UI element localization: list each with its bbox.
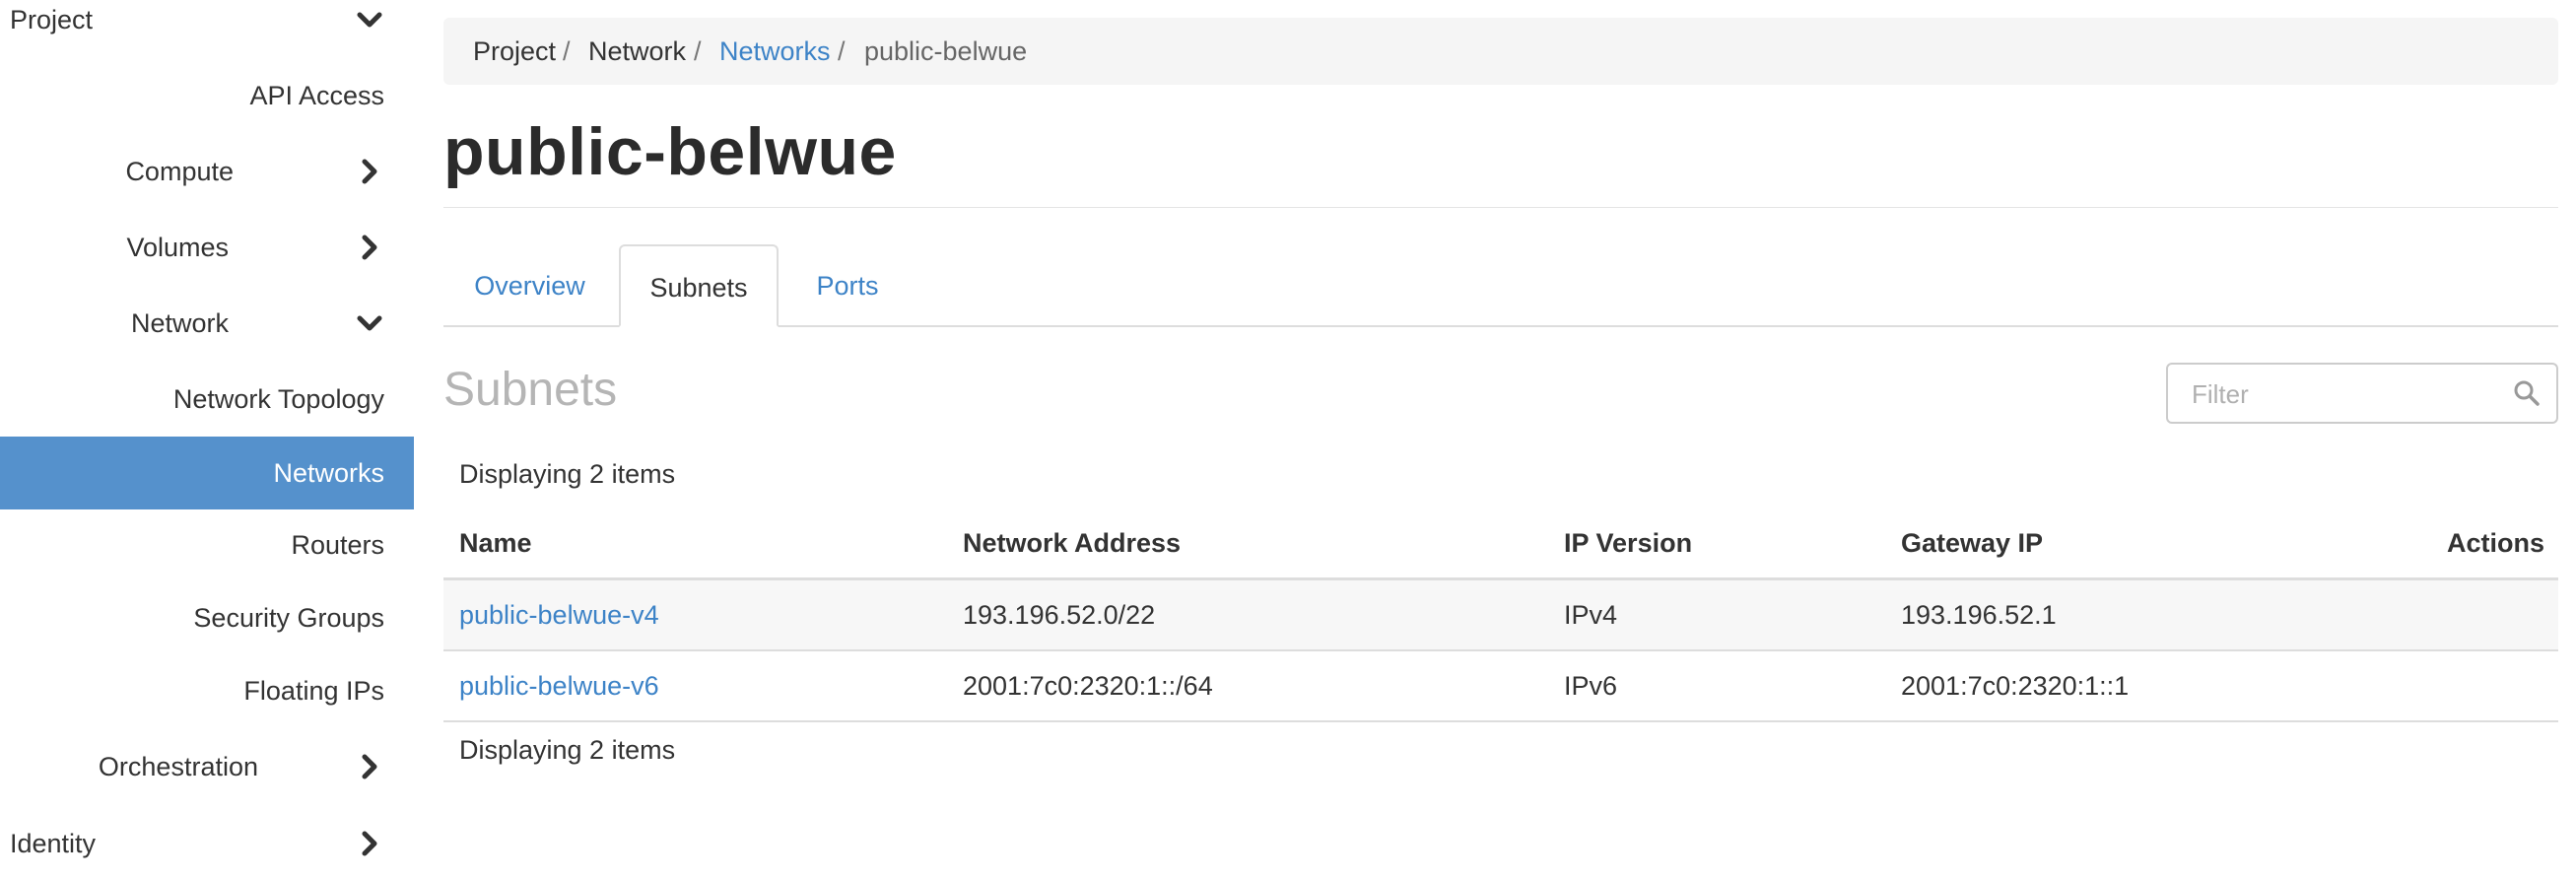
- sidebar-item-identity[interactable]: Identity: [0, 807, 414, 880]
- breadcrumb-separator: /: [694, 36, 702, 66]
- table-row: public-belwue-v6 2001:7c0:2320:1::/64 IP…: [443, 651, 2558, 722]
- sidebar: Project API Access Compute Volumes Netwo…: [0, 0, 414, 867]
- sidebar-item-routers[interactable]: Routers: [0, 508, 414, 581]
- item-count-bottom: Displaying 2 items: [459, 735, 676, 765]
- subnet-name-link[interactable]: public-belwue-v6: [459, 651, 659, 720]
- sidebar-item-networks[interactable]: Networks: [0, 437, 414, 509]
- sidebar-item-label: Compute: [125, 157, 234, 186]
- chevron-right-icon: [362, 159, 377, 184]
- column-header-actions: Actions: [2446, 528, 2544, 558]
- breadcrumb-project[interactable]: Project: [473, 18, 556, 85]
- sidebar-item-api-access[interactable]: API Access: [0, 59, 414, 132]
- column-header-network-address[interactable]: Network Address: [963, 508, 1181, 577]
- sidebar-item-label: Routers: [291, 530, 384, 560]
- sidebar-item-compute[interactable]: Compute: [0, 135, 414, 208]
- sidebar-item-label: Volumes: [126, 233, 229, 262]
- subnet-name-link[interactable]: public-belwue-v4: [459, 580, 659, 649]
- network-address-cell: 2001:7c0:2320:1::/64: [963, 671, 1213, 701]
- tab-overview[interactable]: Overview: [443, 244, 616, 325]
- filter-input[interactable]: [2168, 365, 2519, 424]
- chevron-right-icon: [362, 235, 377, 260]
- breadcrumb: Project / Network / Networks / public-be…: [443, 18, 2558, 85]
- tab-bar: Overview Subnets Ports: [443, 244, 2558, 327]
- sidebar-item-label: Network Topology: [172, 384, 384, 414]
- sidebar-item-network[interactable]: Network: [0, 287, 414, 360]
- filter-field: [2166, 363, 2558, 424]
- chevron-right-icon: [362, 754, 377, 779]
- sidebar-item-volumes[interactable]: Volumes: [0, 211, 414, 284]
- sidebar-item-label: Networks: [273, 458, 384, 488]
- sidebar-item-label: Network: [130, 308, 229, 338]
- breadcrumb-separator: /: [563, 36, 571, 66]
- chevron-right-icon: [362, 831, 377, 856]
- table-row: public-belwue-v4 193.196.52.0/22 IPv4 19…: [443, 580, 2558, 651]
- breadcrumb-network[interactable]: Network: [588, 18, 686, 85]
- subnets-table: Name Network Address IP Version Gateway …: [443, 508, 2558, 722]
- chevron-down-icon: [357, 315, 382, 331]
- sidebar-item-security-groups[interactable]: Security Groups: [0, 581, 414, 654]
- sidebar-item-network-topology[interactable]: Network Topology: [0, 363, 414, 436]
- gateway-ip-cell: 2001:7c0:2320:1::1: [1901, 671, 2130, 701]
- chevron-down-icon: [357, 12, 382, 28]
- sidebar-item-label: Security Groups: [193, 603, 384, 633]
- search-icon[interactable]: [2513, 379, 2541, 407]
- ip-version-cell: IPv6: [1564, 671, 1618, 701]
- tab-ports[interactable]: Ports: [779, 244, 916, 325]
- table-header: Name Network Address IP Version Gateway …: [443, 508, 2558, 580]
- sidebar-item-project[interactable]: Project: [0, 0, 414, 56]
- sidebar-item-floating-ips[interactable]: Floating IPs: [0, 654, 414, 727]
- breadcrumb-current: public-belwue: [864, 36, 1028, 66]
- page-title: public-belwue: [443, 114, 897, 189]
- column-header-gateway-ip[interactable]: Gateway IP: [1901, 508, 2043, 577]
- sidebar-item-orchestration[interactable]: Orchestration: [0, 730, 414, 803]
- gateway-ip-cell: 193.196.52.1: [1901, 600, 2057, 630]
- title-divider: [443, 207, 2558, 208]
- sidebar-item-label: Identity: [10, 829, 97, 858]
- item-count-top: Displaying 2 items: [459, 459, 676, 489]
- network-address-cell: 193.196.52.0/22: [963, 600, 1156, 630]
- column-header-name[interactable]: Name: [459, 508, 532, 577]
- column-header-ip-version[interactable]: IP Version: [1564, 508, 1692, 577]
- tab-subnets[interactable]: Subnets: [619, 244, 779, 327]
- breadcrumb-networks-link[interactable]: Networks: [719, 18, 831, 85]
- breadcrumb-separator: /: [838, 36, 846, 66]
- sidebar-item-label: Project: [10, 5, 94, 34]
- ip-version-cell: IPv4: [1564, 600, 1618, 630]
- section-title: Subnets: [443, 364, 618, 416]
- sidebar-item-label: API Access: [249, 81, 384, 110]
- sidebar-item-label: Floating IPs: [243, 676, 384, 706]
- sidebar-item-label: Orchestration: [98, 752, 258, 781]
